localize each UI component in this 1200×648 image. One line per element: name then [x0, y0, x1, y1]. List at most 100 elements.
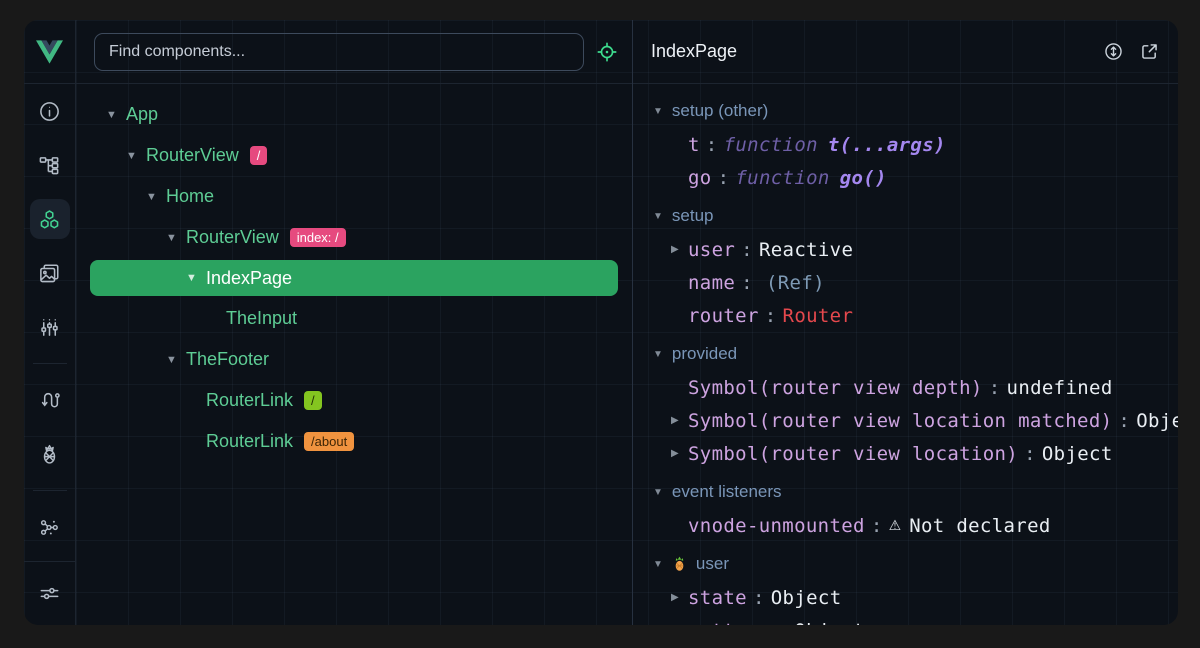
- router-route-icon: [38, 389, 61, 412]
- colon: :: [765, 305, 777, 327]
- state-value: Object: [1136, 410, 1178, 432]
- expand-arrow-icon[interactable]: ▼: [186, 272, 206, 284]
- toolbar: [76, 20, 632, 84]
- sidebar-item-outline[interactable]: [24, 138, 76, 192]
- expand-arrow-icon[interactable]: ▼: [166, 354, 186, 366]
- state-row-go[interactable]: go:functiongo(): [653, 161, 1178, 194]
- inspector-title: IndexPage: [651, 41, 737, 62]
- section-label: event listeners: [672, 482, 782, 502]
- state-key: name: [688, 272, 735, 294]
- section-header-provided[interactable]: ▼provided: [653, 337, 1178, 371]
- state-row-state[interactable]: ▶state:Object: [653, 581, 1178, 614]
- tree-item-routerview[interactable]: ▼RouterView /: [90, 135, 618, 176]
- colon: :: [1024, 443, 1036, 465]
- component-name: TheFooter: [186, 349, 269, 370]
- open-in-editor-button[interactable]: [1139, 41, 1160, 62]
- state-key: go: [688, 167, 712, 189]
- route-badge: /: [250, 146, 268, 165]
- tree-item-routerlink[interactable]: RouterLink/about: [90, 421, 618, 462]
- state-row-router[interactable]: router:Router: [653, 299, 1178, 332]
- state-row-user[interactable]: ▶user:Reactive: [653, 233, 1178, 266]
- sidebar-item-graph[interactable]: [24, 500, 76, 554]
- state-key: Symbol(router view location): [688, 443, 1018, 465]
- tree-item-home[interactable]: ▼Home: [90, 176, 618, 217]
- colon: :: [871, 515, 883, 537]
- sidebar-item-assets[interactable]: [24, 246, 76, 300]
- expand-arrow-icon[interactable]: ▼: [166, 232, 186, 244]
- expand-arrow-icon[interactable]: ▶: [671, 592, 688, 603]
- pineapple-icon: [38, 443, 61, 466]
- devtools-window: ▼App▼RouterView/▼Home▼RouterViewindex: /…: [24, 20, 1178, 625]
- colon: :: [741, 272, 753, 294]
- state-row-symbol-router-view-location[interactable]: ▶Symbol(router view location):Object: [653, 437, 1178, 470]
- expand-arrow-icon[interactable]: ▼: [126, 150, 146, 162]
- route-badge: index: /: [290, 228, 346, 247]
- sidebar-item-components[interactable]: [24, 192, 76, 246]
- section-header-setup[interactable]: ▼setup: [653, 199, 1178, 233]
- state-value: function: [735, 167, 829, 189]
- sidebar-bottom: [24, 561, 75, 625]
- component-name: RouterView: [146, 145, 239, 166]
- tree-item-app[interactable]: ▼App: [90, 94, 618, 135]
- sidebar-item-pinia[interactable]: [24, 427, 76, 481]
- state-key: vnode-unmounted: [688, 515, 865, 537]
- sidebar-divider: [33, 490, 67, 491]
- state-key: router: [688, 305, 759, 327]
- expand-arrow-icon[interactable]: ▶: [671, 415, 688, 426]
- state-row-symbol-router-view-depth[interactable]: Symbol(router view depth):undefined: [653, 371, 1178, 404]
- section-label: setup (other): [672, 101, 768, 121]
- state-key: t: [688, 134, 700, 156]
- expand-arrow-icon[interactable]: ▼: [106, 109, 126, 121]
- sidebar-item-settings[interactable]: [24, 567, 75, 621]
- section-header-setup-other[interactable]: ▼ setup (other): [653, 94, 1178, 128]
- tree-item-theinput[interactable]: TheInput: [90, 298, 618, 339]
- state-value: function: [724, 134, 818, 156]
- warning-icon: ⚠: [889, 518, 902, 534]
- section-header-user[interactable]: ▼user: [653, 547, 1178, 581]
- state-key: Symbol(router view location matched): [688, 410, 1112, 432]
- section-label: setup: [672, 206, 714, 226]
- assets-image-icon: [38, 262, 61, 285]
- component-name: App: [126, 104, 158, 125]
- colon: :: [989, 377, 1001, 399]
- component-tree: ▼App▼RouterView/▼Home▼RouterViewindex: /…: [76, 84, 632, 625]
- state-value: Object: [771, 587, 842, 609]
- state-row-getters[interactable]: ▶getters:Object: [653, 614, 1178, 625]
- expand-arrow-icon[interactable]: ▶: [671, 448, 688, 459]
- tree-panel: ▼App▼RouterView/▼Home▼RouterViewindex: /…: [76, 20, 633, 625]
- state-sections: ▼setup (other)t:functiont(...args)go:fun…: [633, 84, 1178, 625]
- colon: :: [777, 620, 789, 626]
- collapse-arrow-icon: ▼: [653, 106, 663, 117]
- components-icon: [30, 199, 70, 239]
- state-row-t[interactable]: t:functiont(...args): [653, 128, 1178, 161]
- pinia-pineapple-icon: [672, 556, 687, 572]
- state-row-vnode-unmounted[interactable]: vnode-unmounted:⚠Not declared: [653, 509, 1178, 542]
- scroll-to-component-button[interactable]: [1103, 41, 1124, 62]
- tree-item-routerview[interactable]: ▼RouterViewindex: /: [90, 217, 618, 258]
- sidebar-item-info[interactable]: [24, 84, 76, 138]
- state-value: Object: [794, 620, 865, 626]
- vue-logo: [24, 20, 75, 84]
- tree-item-routerlink[interactable]: RouterLink/: [90, 380, 618, 421]
- collapse-arrow-icon: ▼: [653, 349, 663, 360]
- inspector-panel: IndexPage: [633, 20, 1178, 625]
- info-icon: [38, 100, 61, 123]
- route-badge: /about: [304, 432, 354, 451]
- sidebar-item-router[interactable]: [24, 373, 76, 427]
- sidebar-item-timeline[interactable]: [24, 300, 76, 354]
- search-input[interactable]: [94, 33, 584, 71]
- select-component-target-button[interactable]: [596, 41, 618, 63]
- tree-item-thefooter[interactable]: ▼TheFooter: [90, 339, 618, 380]
- collapse-arrow-icon: ▼: [653, 487, 663, 498]
- scroll-to-icon: [1103, 41, 1124, 62]
- state-row-symbol-router-view-location-matched[interactable]: ▶Symbol(router view location matched):Ob…: [653, 404, 1178, 437]
- state-row-name[interactable]: name: (Ref): [653, 266, 1178, 299]
- section-header-event-listeners[interactable]: ▼ event listeners: [653, 475, 1178, 509]
- state-value: Reactive: [759, 239, 853, 261]
- state-value: (Ref): [766, 272, 825, 294]
- expand-arrow-icon[interactable]: ▼: [146, 191, 166, 203]
- graph-network-icon: [38, 516, 61, 539]
- settings-sliders-icon: [38, 582, 61, 605]
- expand-arrow-icon[interactable]: ▶: [671, 244, 688, 255]
- tree-item-indexpage[interactable]: ▼IndexPage: [90, 260, 618, 296]
